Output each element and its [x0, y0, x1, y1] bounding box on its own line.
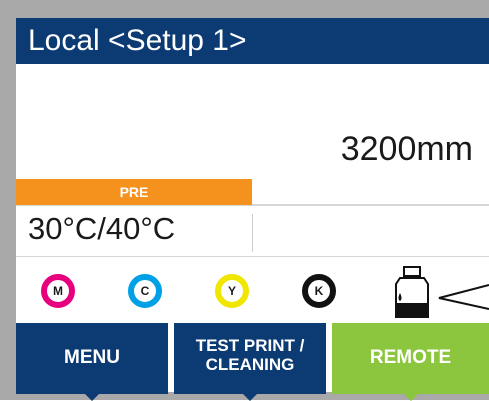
ink-cyan-indicator: C	[128, 274, 162, 308]
divider	[252, 214, 253, 252]
remote-button[interactable]: REMOTE	[332, 323, 489, 401]
test-print-button-label: TEST PRINT / CLEANING	[195, 336, 305, 374]
pre-heater-label: PRE	[16, 179, 252, 205]
heater-bar-remainder	[252, 179, 489, 205]
ink-magenta-indicator: M	[41, 274, 75, 308]
menu-button[interactable]: MENU	[16, 323, 168, 401]
menu-button-label: MENU	[64, 347, 120, 368]
ink-yellow-indicator: Y	[215, 274, 249, 308]
title-bar: Local <Setup 1>	[16, 18, 489, 64]
media-width-value: 3200mm	[340, 130, 473, 168]
test-print-cleaning-button[interactable]: TEST PRINT / CLEANING	[174, 323, 326, 401]
lcd-screen: Local <Setup 1> 3200mm PRE 30°C/40°C M C…	[16, 18, 489, 401]
divider	[16, 205, 489, 206]
divider	[16, 256, 489, 257]
page-title: Local <Setup 1>	[28, 24, 247, 57]
heater-temperature: 30°C/40°C	[28, 211, 176, 246]
device-frame: Local <Setup 1> 3200mm PRE 30°C/40°C M C…	[0, 0, 489, 401]
ink-bottle-icon	[395, 266, 489, 318]
remote-button-label: REMOTE	[369, 347, 452, 368]
ink-black-indicator: K	[302, 274, 336, 308]
